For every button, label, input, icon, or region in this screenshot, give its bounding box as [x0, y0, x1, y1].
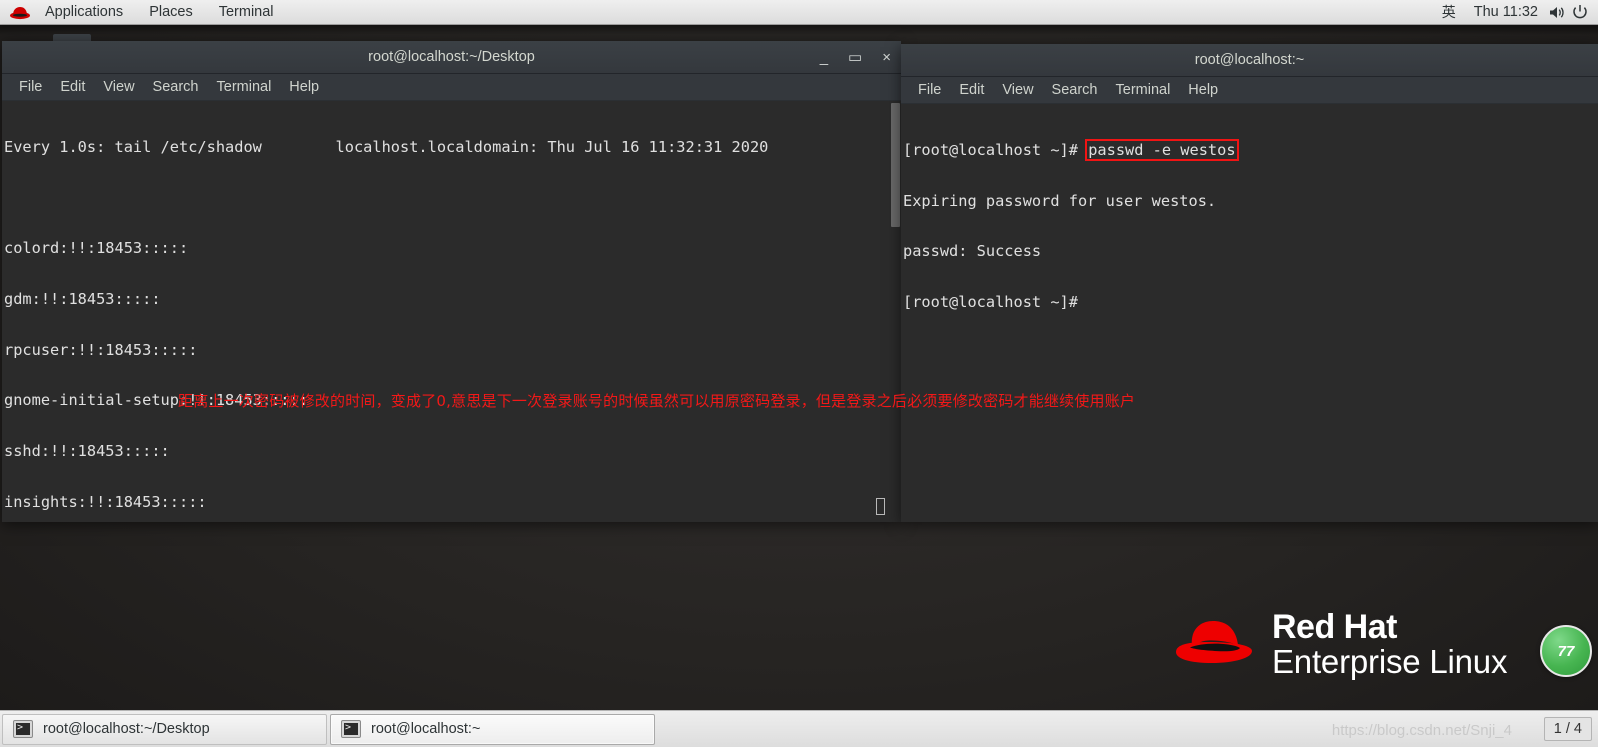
shadow-line: rpcuser:!!:18453::::: [4, 340, 198, 359]
taskbar-item-desktop[interactable]: root@localhost:~/Desktop [2, 713, 327, 745]
menu-terminal[interactable]: Terminal [206, 0, 287, 25]
taskbar-item-label: root@localhost:~/Desktop [43, 721, 210, 737]
right-titlebar[interactable]: root@localhost:~ [901, 44, 1598, 77]
shadow-line: gdm:!!:18453::::: [4, 289, 161, 308]
left-terminal-output[interactable]: Every 1.0s: tail /etc/shadow localhost.l… [2, 101, 901, 522]
menu-view[interactable]: View [94, 79, 143, 95]
notification-badge[interactable]: 77 [1540, 625, 1592, 677]
shell-prompt-idle: [root@localhost ~]# [903, 292, 1078, 311]
volume-icon[interactable] [1546, 0, 1568, 25]
menu-file[interactable]: File [909, 82, 950, 98]
minimize-icon[interactable]: _ [820, 50, 828, 65]
power-icon[interactable] [1568, 0, 1592, 25]
clock[interactable]: Thu 11:32 [1466, 4, 1546, 20]
desktop-screen: Applications Places Terminal 英 Thu 11:32 [0, 0, 1598, 747]
menu-view[interactable]: View [993, 82, 1042, 98]
right-terminal-output[interactable]: [root@localhost ~]# passwd -e westos Exp… [901, 104, 1598, 522]
terminal-icon [13, 720, 33, 738]
menu-search[interactable]: Search [1043, 82, 1107, 98]
shadow-line: colord:!!:18453::::: [4, 239, 189, 258]
gnome-top-panel: Applications Places Terminal 英 Thu 11:32 [0, 0, 1598, 25]
command-line: [root@localhost ~]# passwd -e westos [903, 138, 1598, 161]
menu-help[interactable]: Help [280, 79, 328, 95]
menu-edit[interactable]: Edit [950, 82, 993, 98]
left-menubar: File Edit View Search Terminal Help [2, 74, 901, 101]
passwd-command-highlight: passwd -e westos [1085, 138, 1239, 161]
left-scrollbar-thumb[interactable] [891, 103, 900, 227]
maximize-icon[interactable]: ▭ [848, 50, 862, 65]
close-icon[interactable]: × [882, 50, 891, 65]
menu-search[interactable]: Search [144, 79, 208, 95]
menu-edit[interactable]: Edit [51, 79, 94, 95]
terminal-window-desktop: root@localhost:~/Desktop _ ▭ × File Edit… [2, 41, 901, 522]
shadow-line: insights:!!:18453::::: [4, 492, 207, 511]
left-titlebar[interactable]: root@localhost:~/Desktop _ ▭ × [2, 41, 901, 74]
terminal-cursor [876, 498, 885, 515]
right-window-title: root@localhost:~ [1194, 52, 1305, 68]
workspace-switcher[interactable]: 1 / 4 [1543, 717, 1592, 741]
taskbar-item-label: root@localhost:~ [371, 721, 481, 737]
window-list-taskbar: root@localhost:~/Desktop root@localhost:… [0, 710, 1598, 747]
brand-line-1: Red Hat [1272, 608, 1397, 646]
output-line: Expiring password for user westos. [903, 191, 1217, 210]
terminal-window-home: root@localhost:~ File Edit View Search T… [901, 44, 1598, 522]
shadow-line: sshd:!!:18453::::: [4, 442, 170, 461]
brand-line-2: Enterprise Linux [1272, 642, 1508, 680]
shell-prompt: [root@localhost ~]# [903, 140, 1088, 159]
annotation-text: 距离上一次密码被修改的时间，变成了0,意思是下一次登录账号的时候虽然可以用原密码… [178, 392, 1136, 410]
terminal-icon [341, 720, 361, 738]
watch-header-line: Every 1.0s: tail /etc/shadow localhost.l… [4, 137, 769, 156]
left-window-title: root@localhost:~/Desktop [368, 49, 535, 65]
redhat-enterprise-linux-logo: Red Hat Enterprise Linux [1168, 610, 1507, 678]
left-scrollbar[interactable] [889, 101, 901, 522]
menu-places[interactable]: Places [136, 0, 206, 25]
menu-file[interactable]: File [10, 79, 51, 95]
right-menubar: File Edit View Search Terminal Help [901, 77, 1598, 104]
redhat-logo-icon [8, 0, 32, 25]
menu-terminal[interactable]: Terminal [1107, 82, 1180, 98]
redhat-hat-icon [1168, 614, 1258, 674]
output-line: passwd: Success [903, 242, 1042, 261]
menu-help[interactable]: Help [1179, 82, 1227, 98]
menu-applications[interactable]: Applications [32, 0, 136, 25]
input-method-indicator[interactable]: 英 [1432, 2, 1466, 22]
panel-shadow [0, 25, 1598, 35]
menu-terminal[interactable]: Terminal [208, 79, 281, 95]
taskbar-item-home[interactable]: root@localhost:~ [330, 713, 655, 745]
